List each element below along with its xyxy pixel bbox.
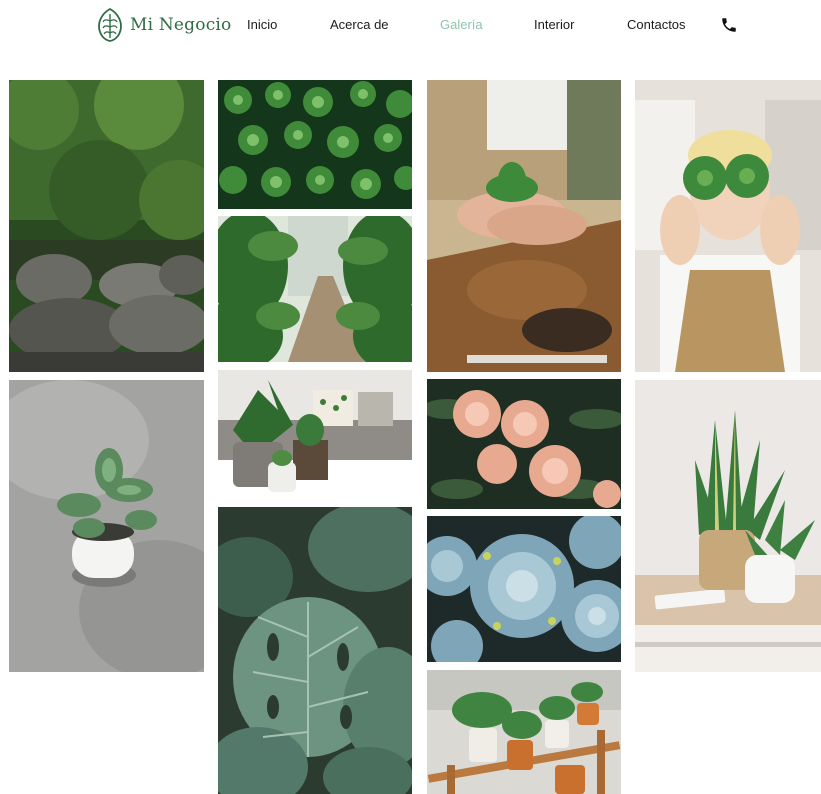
gallery-image-garden-path[interactable] — [218, 216, 412, 362]
gallery-image-hands-succulent[interactable] — [427, 80, 621, 372]
gallery-image-snake-plant[interactable] — [635, 380, 821, 672]
succulent-groundcover-photo — [218, 80, 412, 209]
page: Mi Negocio Inicio Acerca de Galería Inte… — [0, 0, 821, 794]
phone-icon[interactable] — [720, 16, 738, 34]
nav-item-inicio[interactable]: Inicio — [247, 17, 277, 32]
shelf-plants-photo — [427, 670, 621, 794]
gallery-image-echeveria[interactable] — [427, 516, 621, 662]
brand-logo[interactable]: Mi Negocio — [96, 8, 232, 42]
leaf-emblem-icon — [98, 8, 122, 42]
gallery-image-woman-succulents[interactable] — [635, 80, 821, 372]
echeveria-photo — [427, 516, 621, 662]
snake-plant-photo — [635, 380, 821, 672]
jungle-stream-photo — [9, 80, 204, 372]
gallery-image-carnations[interactable] — [427, 379, 621, 509]
nav-item-interior[interactable]: Interior — [534, 17, 574, 32]
carnations-photo — [427, 379, 621, 509]
nav-item-acerca-de[interactable]: Acerca de — [330, 17, 389, 32]
nav-item-contactos[interactable]: Contactos — [627, 17, 686, 32]
monstera-photo — [218, 507, 412, 794]
woman-succulents-photo — [635, 80, 821, 372]
gallery-image-potted-succulent[interactable] — [9, 380, 204, 672]
gallery-image-jungle[interactable] — [9, 80, 204, 372]
hands-succulent-photo — [427, 80, 621, 372]
gallery-image-shelf-plants[interactable] — [427, 670, 621, 794]
gallery-image-sofa-plants[interactable] — [218, 370, 412, 499]
garden-path-photo — [218, 216, 412, 362]
gallery-image-succulent-groundcover[interactable] — [218, 80, 412, 209]
sofa-plants-photo — [218, 370, 412, 499]
gallery-image-monstera[interactable] — [218, 507, 412, 794]
potted-succulent-photo — [9, 380, 204, 672]
nav-item-galeria[interactable]: Galería — [440, 17, 483, 32]
brand-name: Mi Negocio — [130, 15, 232, 35]
